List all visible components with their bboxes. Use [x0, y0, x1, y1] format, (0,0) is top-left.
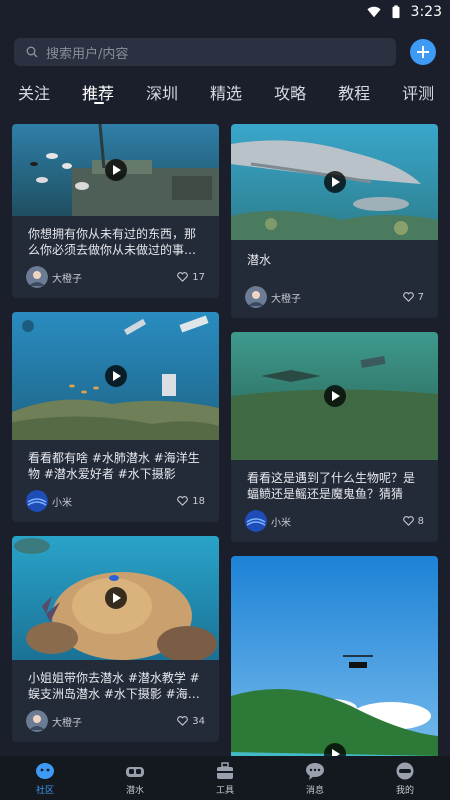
content-feed: 你想拥有你从未有过的东西，那么你必须去做你从未做过的事… 大橙子 17 看看都有… [12, 124, 438, 756]
nav-community[interactable]: 社区 [15, 761, 75, 796]
nav-label: 潜水 [125, 785, 144, 796]
add-post-button[interactable] [410, 39, 436, 65]
profile-icon [396, 762, 414, 779]
like-count: 7 [417, 291, 424, 303]
like-count: 17 [192, 271, 205, 283]
post-card[interactable] [231, 556, 438, 756]
tab-tutorials[interactable]: 教程 [338, 80, 384, 110]
nav-label: 消息 [305, 785, 324, 796]
post-caption: 潜水 [247, 253, 272, 267]
like-button[interactable]: 18 [177, 496, 205, 507]
play-icon [104, 365, 127, 387]
play-icon [323, 171, 346, 193]
post-footer: 大橙子 34 [12, 704, 219, 742]
like-button[interactable]: 17 [177, 272, 205, 283]
search-input[interactable]: 搜索用户/内容 [14, 38, 396, 66]
feed-column-left: 你想拥有你从未有过的东西，那么你必须去做你从未做过的事… 大橙子 17 看看都有… [12, 124, 219, 756]
avatar[interactable] [26, 490, 48, 512]
avatar[interactable] [26, 710, 48, 732]
post-footer: 小米 8 [231, 504, 438, 542]
search-icon [26, 46, 38, 58]
post-footer: 大橙子 7 [231, 280, 438, 318]
like-count: 34 [192, 715, 205, 727]
video-thumbnail[interactable] [231, 556, 438, 756]
play-icon [104, 159, 127, 181]
like-count: 18 [192, 495, 205, 507]
heart-icon [177, 272, 189, 282]
author-name[interactable]: 大橙子 [271, 290, 403, 305]
post-footer: 大橙子 17 [12, 260, 219, 298]
tab-shenzhen[interactable]: 深圳 [146, 80, 192, 110]
tab-recommend[interactable]: 推荐 [82, 80, 128, 110]
post-card[interactable]: 看看都有啥 #水肺潜水 #海洋生物 #潜水爱好者 #水下摄影 小米 18 [12, 312, 219, 522]
message-icon [306, 762, 324, 780]
video-thumbnail[interactable] [231, 124, 438, 240]
bottom-nav: 社区 潜水 工具 消息 我的 [0, 756, 450, 800]
like-count: 8 [417, 515, 424, 527]
heart-icon [177, 716, 189, 726]
status-bar: 3:23 [0, 0, 450, 24]
heart-icon [402, 516, 414, 526]
post-card[interactable]: 小姐姐带你去潜水 #潜水教学 #蜈支洲岛潜水 #水下摄影 #海… 大橙子 34 [12, 536, 219, 742]
battery-icon [392, 5, 400, 19]
community-icon [36, 762, 54, 779]
nav-label: 工具 [215, 785, 234, 796]
post-footer: 小米 18 [12, 484, 219, 522]
tab-guides[interactable]: 攻略 [274, 80, 320, 110]
nav-profile[interactable]: 我的 [375, 761, 435, 796]
nav-messages[interactable]: 消息 [285, 761, 345, 796]
video-thumbnail[interactable] [12, 536, 219, 662]
post-caption: 看看都有啥 #水肺潜水 #海洋生物 #潜水爱好者 #水下摄影 [28, 451, 200, 481]
category-tabs: 关注 推荐 深圳 精选 攻略 教程 评测 [0, 80, 450, 110]
tab-featured[interactable]: 精选 [210, 80, 256, 110]
nav-label: 社区 [35, 785, 54, 796]
helicopter-island-image [231, 556, 438, 756]
heart-icon [177, 496, 189, 506]
nav-diving[interactable]: 潜水 [105, 761, 165, 796]
author-name[interactable]: 小米 [271, 514, 403, 529]
post-card[interactable]: 看看这是遇到了什么生物呢？是蝠鲼还是鳐还是魔鬼鱼？猜猜 #… 小米 8 [231, 332, 438, 542]
tab-follow[interactable]: 关注 [18, 80, 64, 110]
search-row: 搜索用户/内容 [14, 38, 436, 66]
toolbox-icon [217, 761, 233, 779]
nav-label: 我的 [395, 785, 414, 796]
post-card[interactable]: 你想拥有你从未有过的东西，那么你必须去做你从未做过的事… 大橙子 17 [12, 124, 219, 298]
nav-tools[interactable]: 工具 [195, 761, 255, 796]
tab-reviews[interactable]: 评测 [402, 80, 448, 110]
heart-icon [402, 292, 414, 302]
wifi-icon [366, 6, 381, 18]
status-time: 3:23 [410, 4, 442, 20]
like-button[interactable]: 34 [177, 716, 205, 727]
avatar[interactable] [26, 266, 48, 288]
author-name[interactable]: 小米 [52, 494, 177, 509]
avatar[interactable] [245, 286, 267, 308]
like-button[interactable]: 8 [402, 515, 424, 527]
search-placeholder: 搜索用户/内容 [46, 46, 129, 62]
plus-icon [417, 46, 429, 58]
video-thumbnail[interactable] [231, 332, 438, 460]
post-card[interactable]: 潜水 大橙子 7 [231, 124, 438, 318]
post-caption: 小姐姐带你去潜水 #潜水教学 #蜈支洲岛潜水 #水下摄影 #海… [28, 671, 200, 701]
author-name[interactable]: 大橙子 [52, 714, 177, 729]
play-icon [104, 587, 127, 609]
video-thumbnail[interactable] [12, 312, 219, 440]
post-caption: 看看这是遇到了什么生物呢？是蝠鲼还是鳐还是魔鬼鱼？猜猜 #… [247, 471, 416, 504]
author-name[interactable]: 大橙子 [52, 270, 177, 285]
post-caption: 你想拥有你从未有过的东西，那么你必须去做你从未做过的事… [28, 227, 197, 257]
video-thumbnail[interactable] [12, 124, 219, 216]
play-icon [323, 385, 346, 407]
like-button[interactable]: 7 [402, 291, 424, 303]
diving-mask-icon [126, 766, 144, 777]
avatar[interactable] [245, 510, 267, 532]
feed-column-right: 潜水 大橙子 7 看看这是遇到了什么生物呢？是蝠鲼还是鳐还是魔鬼鱼？猜猜 小米 … [231, 124, 438, 756]
